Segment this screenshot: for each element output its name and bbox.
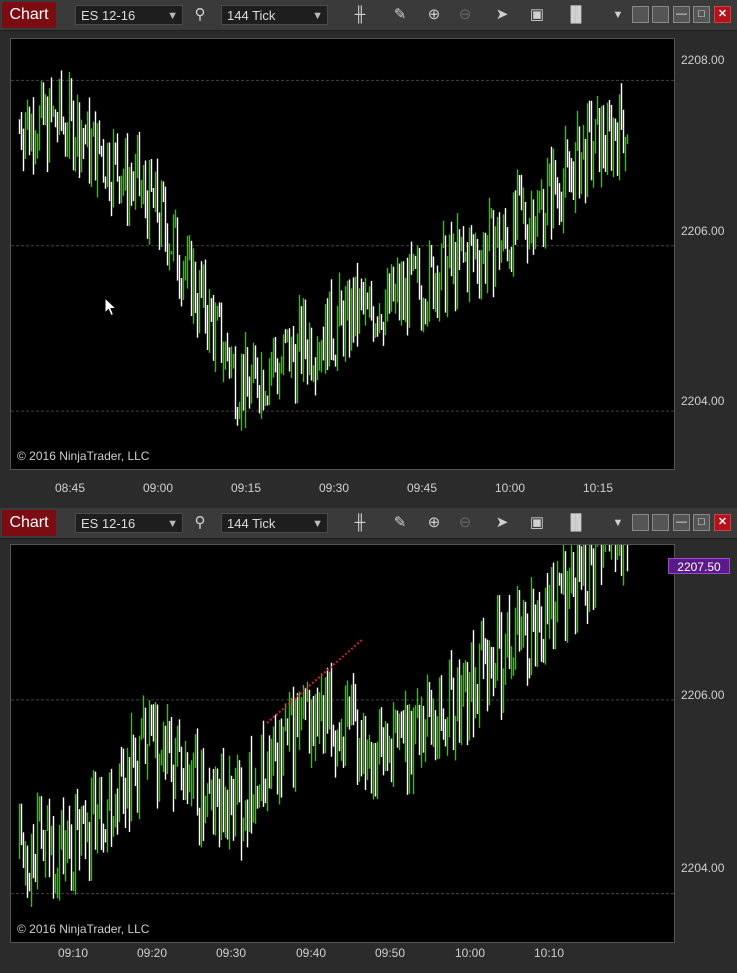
last-price-marker: 2207.50: [668, 558, 730, 574]
data-box-icon[interactable]: ▣: [525, 4, 549, 26]
x-axis-label: 09:30: [216, 946, 247, 960]
close-button[interactable]: ✕: [714, 6, 731, 23]
titlebar: Chart ES 12-16 ▼ ⚲ 144 Tick ▼ ╫ ✎ ⊕ ⊖ ➤ …: [0, 508, 737, 539]
price-panel[interactable]: © 2016 NinjaTrader, LLC: [10, 544, 675, 943]
chart-trader-icon[interactable]: ▐▌: [564, 512, 588, 534]
bar-type-icon[interactable]: ╫: [348, 4, 372, 26]
y-axis-label: 2208.00: [681, 53, 725, 67]
maximize-button[interactable]: □: [693, 514, 710, 531]
menu-chevron-icon[interactable]: ▼: [606, 512, 630, 534]
y-axis-label: 2204.00: [681, 394, 725, 408]
price-bars: [11, 70, 674, 431]
x-axis-label: 09:20: [137, 946, 168, 960]
bar-type-icon[interactable]: ╫: [348, 512, 372, 534]
data-box-icon[interactable]: ▣: [525, 512, 549, 534]
x-axis-label: 09:45: [407, 481, 438, 495]
x-axis-label: 10:00: [455, 946, 486, 960]
chevron-down-icon: ▼: [312, 10, 323, 22]
close-button[interactable]: ✕: [714, 514, 731, 531]
y-axis-label: 2204.00: [681, 861, 725, 875]
mouse-cursor-icon: [104, 297, 118, 317]
x-axis-label: 10:10: [534, 946, 565, 960]
x-axis-label: 09:30: [319, 481, 350, 495]
x-axis-label: 09:15: [231, 481, 262, 495]
y-axis-label: 2206.00: [681, 224, 725, 238]
price-bars: [11, 545, 674, 907]
x-axis-label: 09:40: [296, 946, 327, 960]
titlebar: Chart ES 12-16 ▼ ⚲ 144 Tick ▼ ╫ ✎ ⊕ ⊖ ➤ …: [0, 0, 737, 31]
interval-selector[interactable]: 144 Tick ▼: [221, 513, 328, 533]
minimize-button[interactable]: —: [673, 514, 690, 531]
maximize-button[interactable]: □: [693, 6, 710, 23]
chevron-down-icon: ▼: [312, 518, 323, 530]
zoom-in-icon[interactable]: ⊕: [422, 512, 446, 534]
pencil-icon[interactable]: ✎: [388, 512, 412, 534]
pencil-icon[interactable]: ✎: [388, 4, 412, 26]
chart-trader-icon[interactable]: ▐▌: [564, 4, 588, 26]
instrument-selector[interactable]: ES 12-16 ▼: [75, 513, 183, 533]
price-panel[interactable]: © 2016 NinjaTrader, LLC: [10, 38, 675, 470]
chart-tab[interactable]: Chart: [2, 2, 56, 28]
search-icon[interactable]: ⚲: [188, 512, 212, 534]
x-axis-label: 10:15: [583, 481, 614, 495]
chart-tab[interactable]: Chart: [2, 510, 56, 536]
instrument-value: ES 12-16: [81, 516, 136, 531]
copyright-label: © 2016 NinjaTrader, LLC: [17, 449, 150, 463]
chevron-down-icon: ▼: [167, 518, 178, 530]
pointer-icon[interactable]: ➤: [490, 4, 514, 26]
tile-icon-2[interactable]: [652, 6, 669, 23]
chart-window-1: Chart ES 12-16 ▼ ⚲ 144 Tick ▼ ╫ ✎ ⊕ ⊖ ➤ …: [0, 0, 737, 506]
x-axis-label: 09:00: [143, 481, 174, 495]
tile-icon[interactable]: [632, 514, 649, 531]
menu-chevron-icon[interactable]: ▼: [606, 4, 630, 26]
interval-value: 144 Tick: [227, 8, 276, 23]
chart-window-2: Chart ES 12-16 ▼ ⚲ 144 Tick ▼ ╫ ✎ ⊕ ⊖ ➤ …: [0, 508, 737, 973]
y-axis-label: 2206.00: [681, 688, 725, 702]
zoom-out-icon[interactable]: ⊖: [453, 512, 477, 534]
x-axis-label: 09:10: [58, 946, 89, 960]
search-icon[interactable]: ⚲: [188, 4, 212, 26]
interval-selector[interactable]: 144 Tick ▼: [221, 5, 328, 25]
tile-icon-2[interactable]: [652, 514, 669, 531]
zoom-in-icon[interactable]: ⊕: [422, 4, 446, 26]
zoom-out-icon[interactable]: ⊖: [453, 4, 477, 26]
x-axis-label: 10:00: [495, 481, 526, 495]
instrument-value: ES 12-16: [81, 8, 136, 23]
chevron-down-icon: ▼: [167, 10, 178, 22]
tile-icon[interactable]: [632, 6, 649, 23]
x-axis-label: 08:45: [55, 481, 86, 495]
minimize-button[interactable]: —: [673, 6, 690, 23]
x-axis-label: 09:50: [375, 946, 406, 960]
instrument-selector[interactable]: ES 12-16 ▼: [75, 5, 183, 25]
copyright-label: © 2016 NinjaTrader, LLC: [17, 922, 150, 936]
pointer-icon[interactable]: ➤: [490, 512, 514, 534]
interval-value: 144 Tick: [227, 516, 276, 531]
